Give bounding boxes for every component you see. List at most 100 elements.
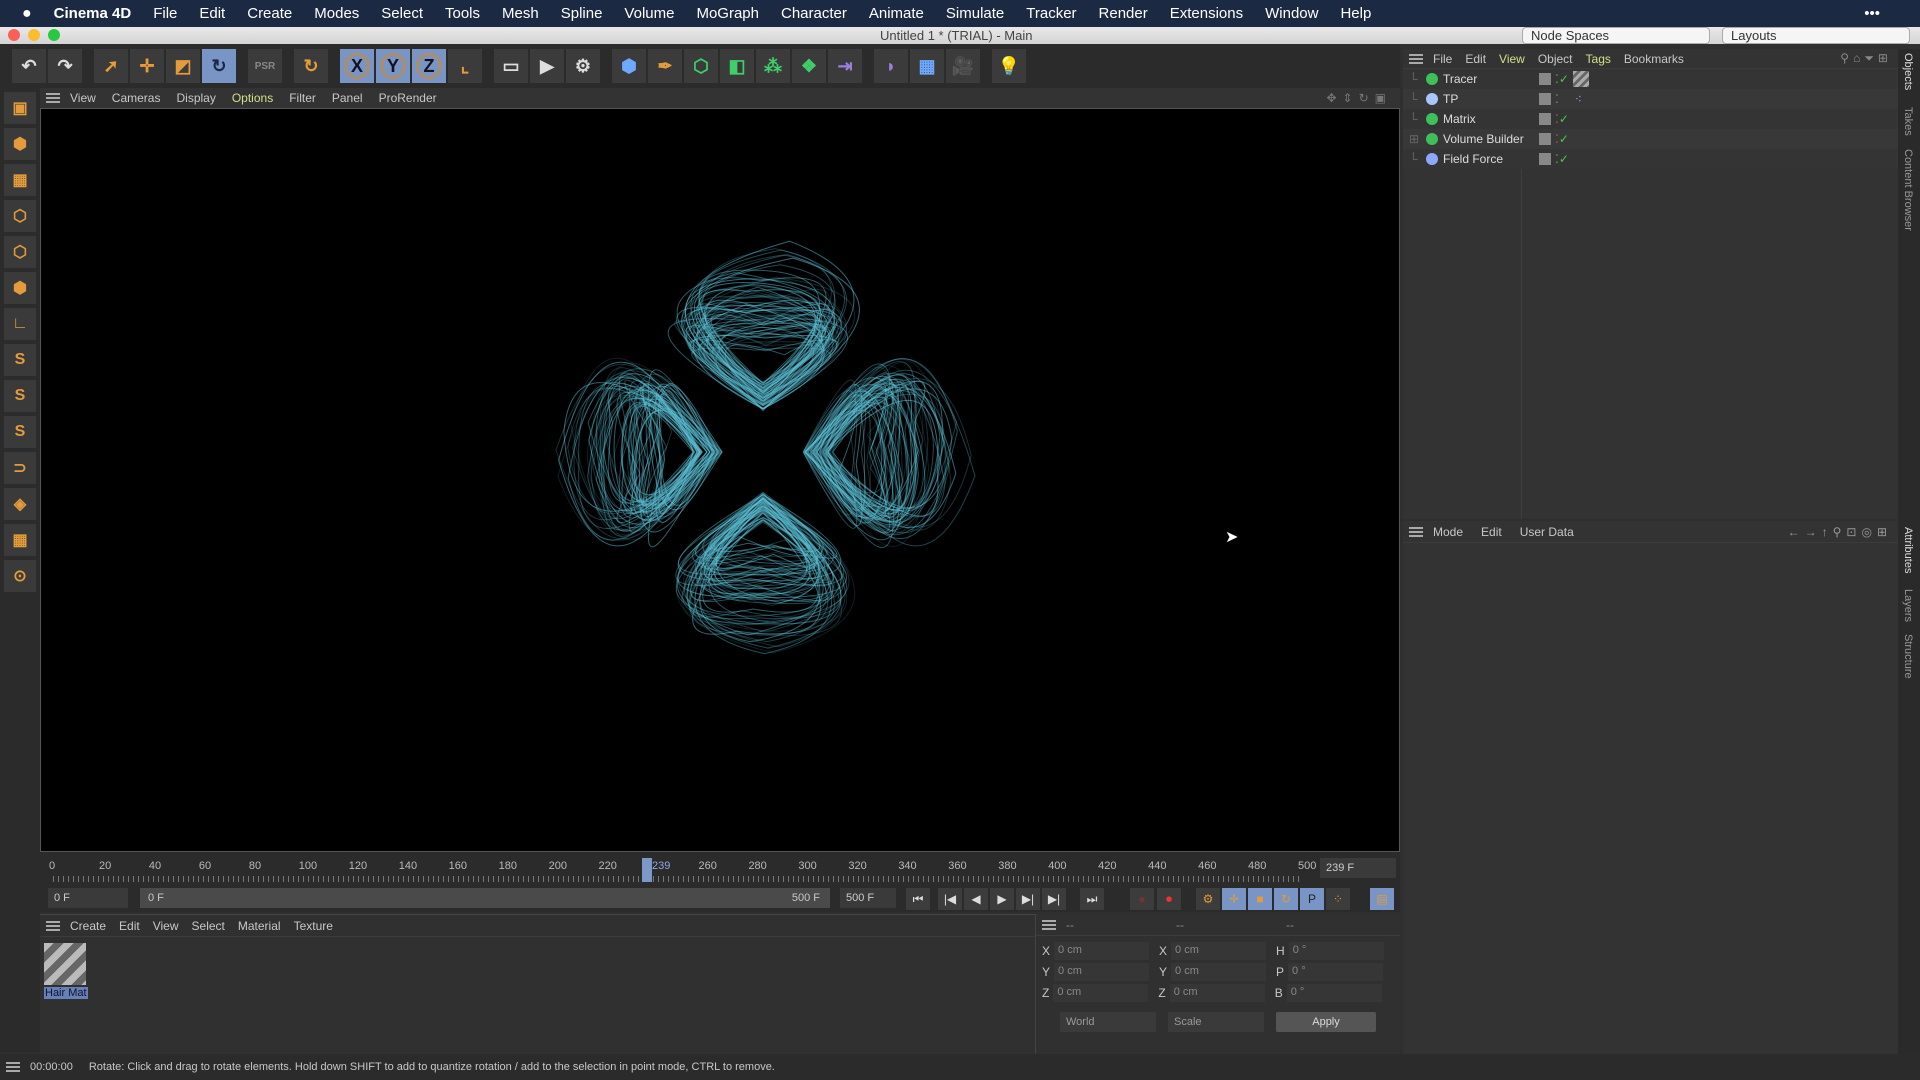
viewport-menu-view[interactable]: View [70,91,96,105]
viewport-menu-prorender[interactable]: ProRender [379,91,437,105]
coordinate-input[interactable]: 0 cm [1170,984,1265,1002]
key-rotation-icon[interactable]: ↻ [1274,888,1298,910]
side-tab-structure[interactable]: Structure [1902,634,1914,679]
point-mode-button[interactable]: ⬡ [4,200,36,232]
enabled-check-icon[interactable]: ✓ [1559,152,1569,166]
workplane-button[interactable]: ◈ [4,488,36,520]
deformer-button[interactable]: ◗ [874,49,908,83]
status-menu-icon[interactable] [6,1062,20,1072]
z-axis-button[interactable]: Z [412,49,446,83]
viewport-menu-panel[interactable]: Panel [332,91,363,105]
enabled-check-icon[interactable]: ✓ [1559,132,1569,146]
floor-button[interactable]: ▦ [910,49,944,83]
layer-toggle-icon[interactable] [1539,113,1551,125]
side-tab-attributes[interactable]: Attributes [1902,527,1914,573]
menu-mesh[interactable]: Mesh [502,5,539,22]
attributes-menu-mode[interactable]: Mode [1433,525,1463,539]
scale-button[interactable]: ◩ [166,49,200,83]
enabled-check-icon[interactable]: ✓ [1559,72,1569,86]
key-position-icon[interactable]: ✛ [1222,888,1246,910]
viewport-menu-icon[interactable] [46,93,60,103]
side-tab-takes[interactable]: Takes [1902,107,1914,136]
close-window-button[interactable] [8,29,20,41]
pen-button[interactable]: ✒ [648,49,682,83]
menu-spline[interactable]: Spline [561,5,603,22]
polygon-mode-button[interactable]: ⬢ [4,272,36,304]
layouts-dropdown[interactable]: Layouts [1722,27,1910,44]
subdivision-button[interactable]: ⬡ [684,49,718,83]
coordinate-input[interactable]: 0 ° [1287,984,1382,1002]
object-row-field-force[interactable]: └ Field Force ⁚ ✓ [1403,149,1898,169]
light-button[interactable]: 💡 [992,49,1026,83]
undo-button[interactable]: ↶ [12,49,46,83]
key-scale-icon[interactable]: ■ [1248,888,1272,910]
render-settings-button[interactable]: ⚙ [566,49,600,83]
previous-key-button[interactable]: |◀ [938,888,962,910]
material-tag-icon[interactable] [1573,71,1589,87]
tp-tag-icon[interactable]: ⁖ [1575,92,1582,106]
coordinate-input[interactable]: 0 cm [1171,942,1266,960]
material-name[interactable]: Hair Mat [44,987,88,999]
rotate-button[interactable]: ↻ [202,49,236,83]
record-off-button[interactable]: ● [1130,888,1154,910]
menu-render[interactable]: Render [1099,5,1148,22]
maximize-window-button[interactable] [48,29,60,41]
menu-character[interactable]: Character [781,5,847,22]
menu-create[interactable]: Create [247,5,292,22]
material-menu-create[interactable]: Create [70,919,106,933]
timeline-window-icon[interactable]: ▤ [1370,888,1394,910]
redo-button[interactable]: ↷ [48,49,82,83]
material-hair-mat[interactable]: Hair Mat [44,943,96,999]
menu-extensions[interactable]: Extensions [1170,5,1243,22]
material-menu-edit[interactable]: Edit [119,919,140,933]
previous-frame-button[interactable]: ◀ [964,888,988,910]
coordinate-system-button[interactable]: ⌞ [448,49,482,83]
object-name[interactable]: Tracer [1443,72,1531,86]
next-frame-button[interactable]: ▶| [1016,888,1040,910]
object-row-matrix[interactable]: └ Matrix ⁚ ✓ [1403,109,1898,129]
snap-settings-button[interactable]: S [4,380,36,412]
coordinate-input[interactable]: 0 cm [1171,963,1266,981]
layer-toggle-icon[interactable] [1539,93,1551,105]
menu-simulate[interactable]: Simulate [946,5,1004,22]
model-mode-button[interactable]: ⬢ [4,128,36,160]
camera-button[interactable]: 🎥 [946,49,980,83]
coordinate-input[interactable]: 0 cm [1053,984,1148,1002]
snap-button[interactable]: S [4,344,36,376]
play-button[interactable]: ▶ [990,888,1014,910]
apple-menu-icon[interactable]: ● [22,5,32,23]
y-axis-button[interactable]: Y [376,49,410,83]
menu-tracker[interactable]: Tracker [1026,5,1076,22]
object-name[interactable]: Volume Builder [1443,132,1531,146]
start-frame-field[interactable]: 0 F [48,888,128,908]
texture-mode-button[interactable]: ▦ [4,164,36,196]
object-name[interactable]: Matrix [1443,112,1531,126]
viewport-menu-cameras[interactable]: Cameras [112,91,161,105]
frame-range-slider[interactable]: 0 F 500 F [140,888,830,908]
axis-button[interactable]: ∟ [4,308,36,340]
menu-edit[interactable]: Edit [199,5,225,22]
object-name[interactable]: TP [1443,92,1531,106]
render-view-button[interactable]: ▭ [494,49,528,83]
viewport-menu-options[interactable]: Options [232,91,273,105]
objects-menu-tags[interactable]: Tags [1586,52,1611,66]
next-key-button[interactable]: ▶| [1042,888,1066,910]
minimize-window-button[interactable] [28,29,40,41]
side-tab-objects[interactable]: Objects [1902,53,1914,90]
symmetry-button[interactable]: ⇥ [828,49,862,83]
object-manager-tool-icons[interactable]: ⚲⌂⏷⊞ [1840,51,1892,66]
move-button[interactable]: ✛ [130,49,164,83]
coordinate-space-dropdown[interactable]: World [1060,1012,1156,1032]
psr-button[interactable]: PSR [248,49,282,83]
menu-modes[interactable]: Modes [314,5,359,22]
expand-icon[interactable]: ⊞ [1409,132,1421,146]
playhead[interactable] [642,858,652,882]
go-to-end-button[interactable]: ⏭ [1080,888,1104,910]
cloner-button[interactable]: ⁂ [756,49,790,83]
current-frame-field[interactable]: 239 F [1320,858,1396,878]
objects-menu-object[interactable]: Object [1538,52,1573,66]
menu-volume[interactable]: Volume [624,5,674,22]
material-menu-select[interactable]: Select [192,919,225,933]
magnet-button[interactable]: ⊃ [4,452,36,484]
autokey-icon[interactable]: ⚙ [1196,888,1220,910]
